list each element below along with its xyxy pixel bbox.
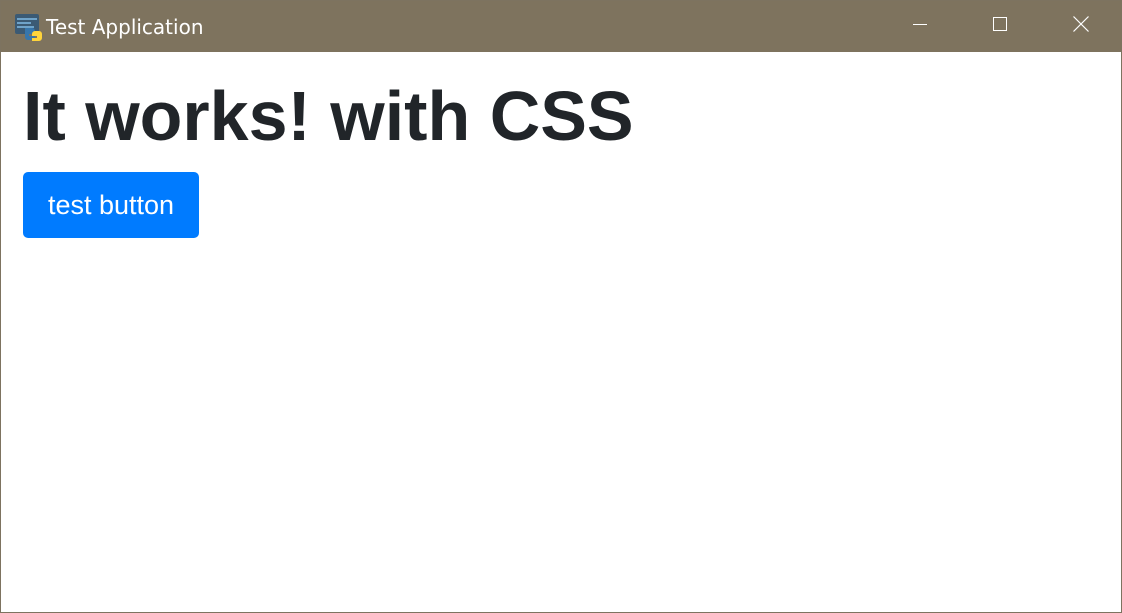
window-title: Test Application	[46, 15, 204, 39]
test-button[interactable]: test button	[23, 172, 199, 238]
close-icon	[1073, 16, 1089, 37]
title-bar[interactable]: Test Application	[1, 1, 1121, 52]
python-icon	[15, 14, 42, 41]
app-window: Test Application It works! with CSS test…	[0, 0, 1122, 613]
maximize-icon	[993, 17, 1007, 36]
minimize-icon	[913, 17, 927, 36]
maximize-button[interactable]	[960, 1, 1040, 52]
close-button[interactable]	[1041, 1, 1121, 52]
page-heading: It works! with CSS	[23, 77, 634, 155]
content-area: It works! with CSS test button	[1, 52, 1121, 612]
minimize-button[interactable]	[880, 1, 960, 52]
